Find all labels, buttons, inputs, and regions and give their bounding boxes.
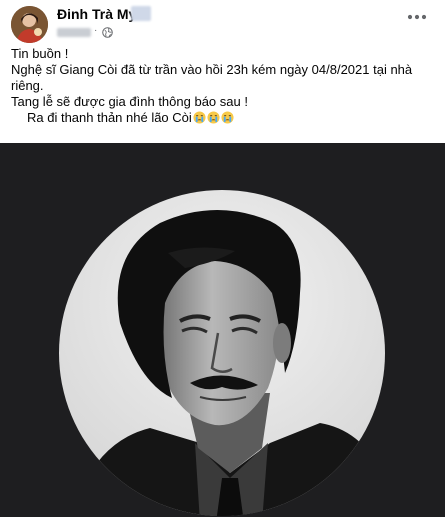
facebook-post: Đinh Trà My · Tin buồn ! Nghệ sĩ Giang C… <box>0 0 445 517</box>
post-photo[interactable] <box>0 143 445 517</box>
globe-icon[interactable] <box>102 27 113 38</box>
author-avatar[interactable] <box>11 6 48 43</box>
memorial-portrait <box>0 143 445 517</box>
avatar-photo <box>11 6 48 43</box>
author-name[interactable]: Đinh Trà My <box>57 6 136 22</box>
crying-face-emoji <box>221 111 234 124</box>
post-text: Tin buồn ! Nghệ sĩ Giang Còi đã từ trần … <box>11 46 435 126</box>
redacted-name-blur <box>131 6 151 21</box>
ellipsis-icon[interactable] <box>406 12 428 22</box>
post-line-1: Tin buồn ! <box>11 46 69 61</box>
post-line-4-text: Ra đi thanh thản nhé lão Còi <box>27 110 192 125</box>
crying-face-emoji <box>207 111 220 124</box>
post-line-3: Tang lễ sẽ được gia đình thông báo sau ! <box>11 94 248 109</box>
redacted-timestamp-blur <box>57 28 91 37</box>
post-line-2: Nghệ sĩ Giang Còi đã từ trần vào hồi 23h… <box>11 62 413 93</box>
meta-separator: · <box>94 25 98 36</box>
post-line-4: Ra đi thanh thản nhé lão Còi <box>11 110 435 126</box>
post-header: Đinh Trà My · <box>0 0 445 44</box>
crying-face-emoji <box>193 111 206 124</box>
